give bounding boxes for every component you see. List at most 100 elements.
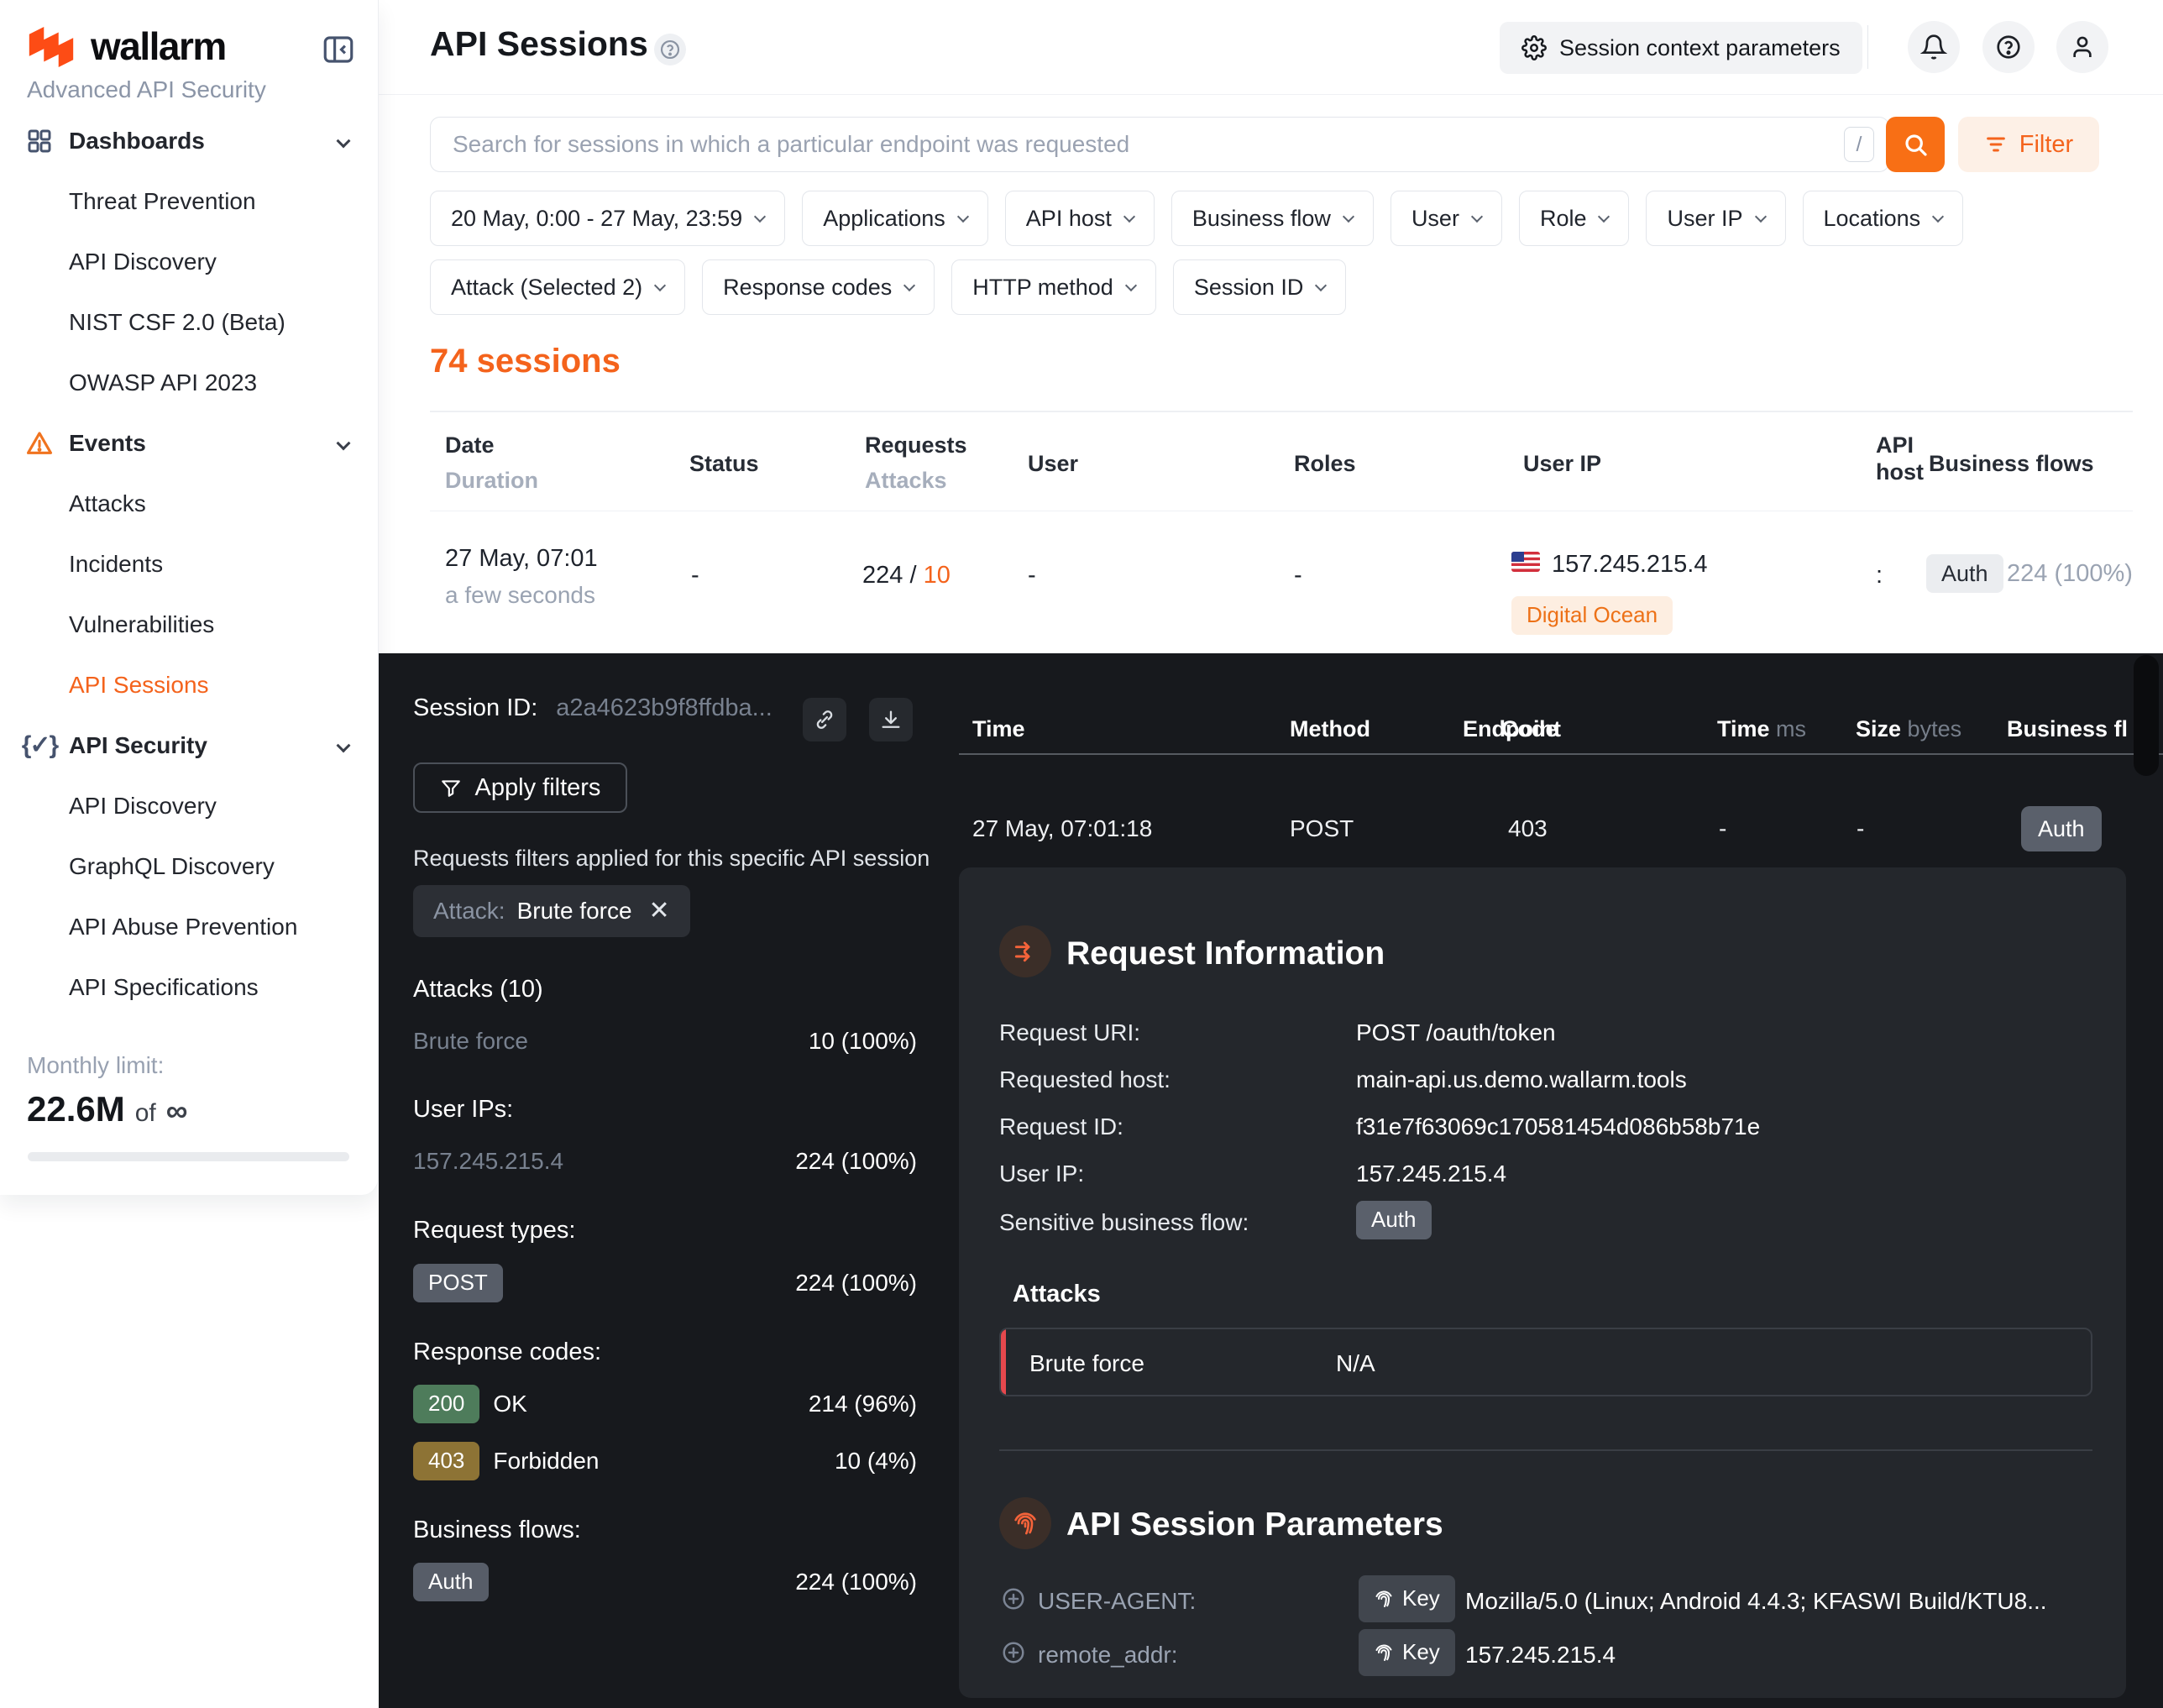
sidebar-item-api-sessions[interactable]: API Sessions <box>0 655 379 715</box>
attack-value: N/A <box>1336 1349 1375 1378</box>
help-button[interactable] <box>1982 21 2035 73</box>
sidebar-item-incidents[interactable]: Incidents <box>0 534 379 595</box>
fingerprint-icon <box>1374 1589 1394 1609</box>
filter-chip-http-method[interactable]: HTTP method <box>951 259 1156 315</box>
session-id-label: Session ID: <box>413 694 537 723</box>
copy-link-button[interactable] <box>803 698 846 741</box>
rt-col-code[interactable]: Code <box>1501 715 1558 742</box>
col-header-user-ip[interactable]: User IP <box>1523 450 1601 477</box>
sidebar: wallarm Advanced API Security Dashboards… <box>0 0 379 1195</box>
filter-chip-business-flow[interactable]: Business flow <box>1171 191 1374 246</box>
code-name: Forbidden <box>493 1447 599 1475</box>
stat-row-request-type[interactable]: POST 224 (100%) <box>413 1264 917 1302</box>
sidebar-group-events[interactable]: Events <box>0 413 379 474</box>
sidebar-group-api-security[interactable]: {✓} API Security <box>0 715 379 776</box>
filter-chip-role[interactable]: Role <box>1519 191 1630 246</box>
download-button[interactable] <box>869 698 913 741</box>
filter-chip-locations[interactable]: Locations <box>1803 191 1964 246</box>
brand-logo[interactable]: wallarm <box>25 24 226 70</box>
stat-row-user-ip[interactable]: 157.245.215.4 224 (100%) <box>413 1147 917 1176</box>
filter-chip-user-ip[interactable]: User IP <box>1646 191 1785 246</box>
filter-chip-attack[interactable]: Attack (Selected 2) <box>430 259 685 315</box>
col-header-status[interactable]: Status <box>689 450 759 477</box>
sidebar-item-label: Attacks <box>69 490 146 518</box>
filter-chip-session-id[interactable]: Session ID <box>1173 259 1347 315</box>
filter-button[interactable]: Filter <box>1958 117 2099 172</box>
download-icon <box>879 708 903 731</box>
attack-filter-chip[interactable]: Attack: Brute force ✕ <box>413 885 690 937</box>
brand-name: wallarm <box>91 24 226 70</box>
sidebar-item-label: API Discovery <box>69 792 217 820</box>
response-codes-section-title: Response codes: <box>413 1338 601 1367</box>
col-header-business-flows[interactable]: Business flows <box>1929 450 2094 477</box>
request-uri-value[interactable]: POST /oauth/token <box>1356 1019 1556 1047</box>
key-badge-remote-addr[interactable]: Key <box>1359 1629 1455 1676</box>
col-header-user[interactable]: User <box>1028 450 1078 477</box>
plus-circle-icon[interactable] <box>1001 1640 1026 1665</box>
title-help-icon[interactable] <box>654 34 686 65</box>
filter-chip-api-host[interactable]: API host <box>1005 191 1155 246</box>
param-value-user-agent[interactable]: Mozilla/5.0 (Linux; Android 4.4.3; KFASW… <box>1465 1587 2047 1616</box>
rt-col-size-label: Size <box>1856 716 1901 741</box>
sidebar-item-vulnerabilities[interactable]: Vulnerabilities <box>0 595 379 655</box>
field-label: Request URI: <box>999 1019 1140 1047</box>
requested-host-value[interactable]: main-api.us.demo.wallarm.tools <box>1356 1066 1687 1094</box>
session-row-date[interactable]: 27 May, 07:01 <box>445 544 598 574</box>
session-detail-panel: Session ID: a2a4623b9f8ffdba... Apply fi… <box>379 653 2163 1708</box>
chevron-down-icon <box>1932 210 1944 222</box>
sidebar-item-nist-csf[interactable]: NIST CSF 2.0 (Beta) <box>0 292 379 353</box>
session-row-ip[interactable]: 157.245.215.4 <box>1552 550 1707 579</box>
stat-row-business-flow[interactable]: Auth 224 (100%) <box>413 1563 917 1601</box>
vertical-scrollbar[interactable] <box>2134 655 2159 776</box>
sidebar-item-api-discovery[interactable]: API Discovery <box>0 232 379 292</box>
sidebar-item-label: OWASP API 2023 <box>69 369 257 397</box>
rt-col-time[interactable]: Time <box>972 715 1025 742</box>
filter-chip-response-codes[interactable]: Response codes <box>702 259 935 315</box>
sidebar-item-graphql-discovery[interactable]: GraphQL Discovery <box>0 836 379 897</box>
session-id-value[interactable]: a2a4623b9f8ffdba... <box>556 694 772 723</box>
filter-chip-date-range[interactable]: 20 May, 0:00 - 27 May, 23:59 <box>430 191 785 246</box>
col-header-roles[interactable]: Roles <box>1294 450 1356 477</box>
request-row-time[interactable]: 27 May, 07:01:18 <box>972 815 1152 843</box>
session-row-requests[interactable]: 224 / 10 <box>862 561 951 590</box>
rt-col-business-flow[interactable]: Business fl <box>2007 715 2128 742</box>
search-input[interactable]: Search for sessions in which a particula… <box>430 117 1889 172</box>
session-context-parameters-button[interactable]: Session context parameters <box>1500 22 1862 74</box>
filter-button-label: Filter <box>2019 130 2073 160</box>
request-information-card: Request Information Request URI: POST /o… <box>959 867 2126 1698</box>
col-header-requests[interactable]: Requests <box>865 432 967 458</box>
sidebar-item-owasp-api[interactable]: OWASP API 2023 <box>0 353 379 413</box>
close-icon[interactable]: ✕ <box>649 896 670 926</box>
stat-row-code-200[interactable]: 200OK 214 (96%) <box>413 1385 917 1423</box>
user-ip-value[interactable]: 157.245.215.4 <box>1356 1160 1506 1188</box>
sidebar-collapse-icon[interactable] <box>321 32 356 67</box>
sidebar-item-api-specifications[interactable]: API Specifications <box>0 957 379 1018</box>
user-menu-button[interactable] <box>2056 21 2108 73</box>
limit-conj: of <box>135 1098 156 1129</box>
param-value-remote-addr[interactable]: 157.245.215.4 <box>1465 1641 1616 1669</box>
col-header-date[interactable]: Date <box>445 432 495 458</box>
col-header-attacks[interactable]: Attacks <box>865 467 947 494</box>
rt-col-size[interactable]: Size bytes <box>1856 715 1961 742</box>
sidebar-item-threat-prevention[interactable]: Threat Prevention <box>0 171 379 232</box>
stat-row-code-403[interactable]: 403Forbidden 10 (4%) <box>413 1442 917 1480</box>
sidebar-item-api-abuse-prevention[interactable]: API Abuse Prevention <box>0 897 379 957</box>
stat-row-attack[interactable]: Brute force 10 (100%) <box>413 1027 917 1056</box>
filter-chip-user[interactable]: User <box>1390 191 1502 246</box>
sidebar-item-attacks[interactable]: Attacks <box>0 474 379 534</box>
attack-detail-row[interactable]: Brute force N/A <box>999 1328 2092 1396</box>
filter-chip-applications[interactable]: Applications <box>802 191 988 246</box>
search-button[interactable] <box>1886 117 1945 172</box>
sidebar-group-dashboards[interactable]: Dashboards <box>0 111 379 171</box>
request-id-value[interactable]: f31e7f63069c170581454d086b58b71e <box>1356 1113 1760 1141</box>
sidebar-item-api-discovery-2[interactable]: API Discovery <box>0 776 379 836</box>
ip-provider-chip[interactable]: Digital Ocean <box>1511 596 1673 635</box>
notifications-button[interactable] <box>1908 21 1960 73</box>
apply-filters-button[interactable]: Apply filters <box>413 762 627 813</box>
key-badge-user-agent[interactable]: Key <box>1359 1575 1455 1622</box>
col-header-duration[interactable]: Duration <box>445 467 538 494</box>
chip-label: Session ID <box>1194 274 1304 301</box>
plus-circle-icon[interactable] <box>1001 1586 1026 1611</box>
rt-col-method[interactable]: Method <box>1290 715 1370 742</box>
rt-col-time-ms[interactable]: Time ms <box>1717 715 1806 742</box>
